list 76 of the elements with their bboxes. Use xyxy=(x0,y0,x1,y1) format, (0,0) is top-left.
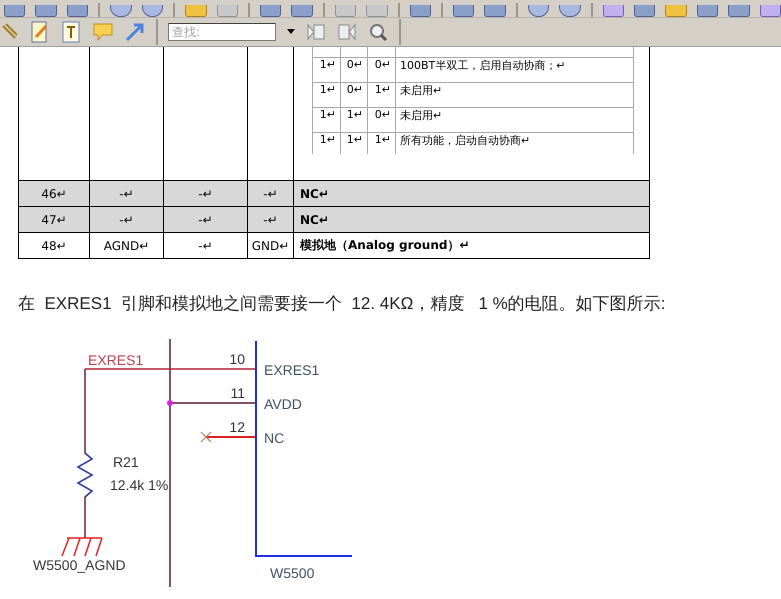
toolbar-icon[interactable] xyxy=(216,5,238,17)
table-cell: 1↵ xyxy=(320,58,336,71)
toolbar-icon[interactable] xyxy=(185,5,206,17)
table-cell: 0↵ xyxy=(346,83,363,96)
table-cell: 0↵ xyxy=(346,58,363,71)
find-next-icon[interactable] xyxy=(337,22,357,42)
table-cell: 1↵ xyxy=(374,133,391,146)
table-cell: 48↵ xyxy=(41,238,67,252)
table-cell: 所有功能，启动自动协商↵ xyxy=(400,134,530,147)
table-cell: GND↵ xyxy=(252,238,290,252)
pin-number: 12 xyxy=(229,419,245,435)
pin-number: 10 xyxy=(229,351,245,367)
ground-symbol xyxy=(61,537,103,557)
toolbar-icon[interactable] xyxy=(291,5,313,17)
table-cell: 1↵ xyxy=(346,108,363,121)
ground-label: W5500_AGND xyxy=(33,557,126,573)
pin-name: EXRES1 xyxy=(264,362,320,378)
table-cell: 未启用↵ xyxy=(400,84,442,97)
toolbar-icon[interactable] xyxy=(452,5,474,17)
pin-name: AVDD xyxy=(264,396,302,412)
arrow-icon[interactable] xyxy=(125,22,145,42)
chip-label: W5500 xyxy=(270,565,314,581)
toolbar-icon[interactable] xyxy=(366,5,388,17)
note-pencil-icon[interactable] xyxy=(30,21,50,43)
dropdown-caret-icon[interactable] xyxy=(287,29,295,35)
table-cell: 100BT半双工，启用自动协商；↵ xyxy=(400,59,566,72)
table-cell: 1↵ xyxy=(346,133,363,146)
table-cell: 未启用↵ xyxy=(400,109,442,122)
find-previous-icon[interactable] xyxy=(306,22,326,42)
pin-name: NC xyxy=(264,430,284,446)
toolbar-icon[interactable] xyxy=(728,5,750,17)
toolbar-icon[interactable] xyxy=(4,5,26,17)
table-cell: 0↵ xyxy=(374,58,391,71)
table-cell: 46↵ xyxy=(41,186,67,200)
pin-number: 11 xyxy=(230,385,245,401)
resistor-label: R21 xyxy=(113,454,139,470)
table-cell: 47↵ xyxy=(41,212,67,226)
toolbar-icon[interactable] xyxy=(760,5,781,17)
net-label: EXRES1 xyxy=(88,352,144,368)
table-cell: 0↵ xyxy=(374,108,391,121)
table-cell: 1↵ xyxy=(320,83,336,96)
table-cell: -↵ xyxy=(263,212,278,226)
toolbar-icon[interactable] xyxy=(528,5,550,17)
table-cell: NC↵ xyxy=(300,212,329,226)
toolbar-icon[interactable] xyxy=(110,5,132,17)
toolbar-icon[interactable] xyxy=(696,5,718,17)
toolbar-icon[interactable] xyxy=(35,5,57,17)
toolbar-icon[interactable] xyxy=(410,5,431,17)
table-cell: 1↵ xyxy=(320,108,336,121)
search-icon[interactable] xyxy=(368,22,388,42)
table-cell: 1↵ xyxy=(374,83,391,96)
table-cell: -↵ xyxy=(198,186,213,200)
toolbar-icon[interactable] xyxy=(602,5,624,17)
toolbar-icon[interactable] xyxy=(484,5,506,17)
toolbar-icon[interactable] xyxy=(260,5,282,17)
toolbar-icon[interactable] xyxy=(334,5,356,17)
pin-wire xyxy=(200,431,255,443)
table-cell: 模拟地（Analog ground）↵ xyxy=(300,238,470,252)
resistor-value: 12.4k 1% xyxy=(110,477,168,493)
toolbar-icon[interactable] xyxy=(142,5,164,17)
toolbar-icon[interactable] xyxy=(665,5,687,17)
text-box-icon[interactable] xyxy=(61,21,81,43)
toolbar-icon[interactable] xyxy=(66,5,88,17)
table-cell: -↵ xyxy=(198,238,213,252)
table-cell: AGND↵ xyxy=(104,238,150,252)
table-cell: -↵ xyxy=(119,212,134,226)
toolbar-icon[interactable] xyxy=(634,5,656,17)
table-cell: 1↵ xyxy=(320,133,336,146)
comment-icon[interactable] xyxy=(92,22,114,42)
toolbar-icon[interactable] xyxy=(559,5,581,17)
table-cell: NC↵ xyxy=(300,186,329,200)
paragraph: 在 EXRES1 引脚和模拟地之间需要接一个 12. 4KΩ，精度 1 %的电阻。如下图所示: xyxy=(18,293,666,315)
table-cell: -↵ xyxy=(119,186,134,200)
table-cell: -↵ xyxy=(263,186,278,200)
table-cell: -↵ xyxy=(198,212,213,226)
search-field[interactable]: 查找: xyxy=(168,23,276,41)
